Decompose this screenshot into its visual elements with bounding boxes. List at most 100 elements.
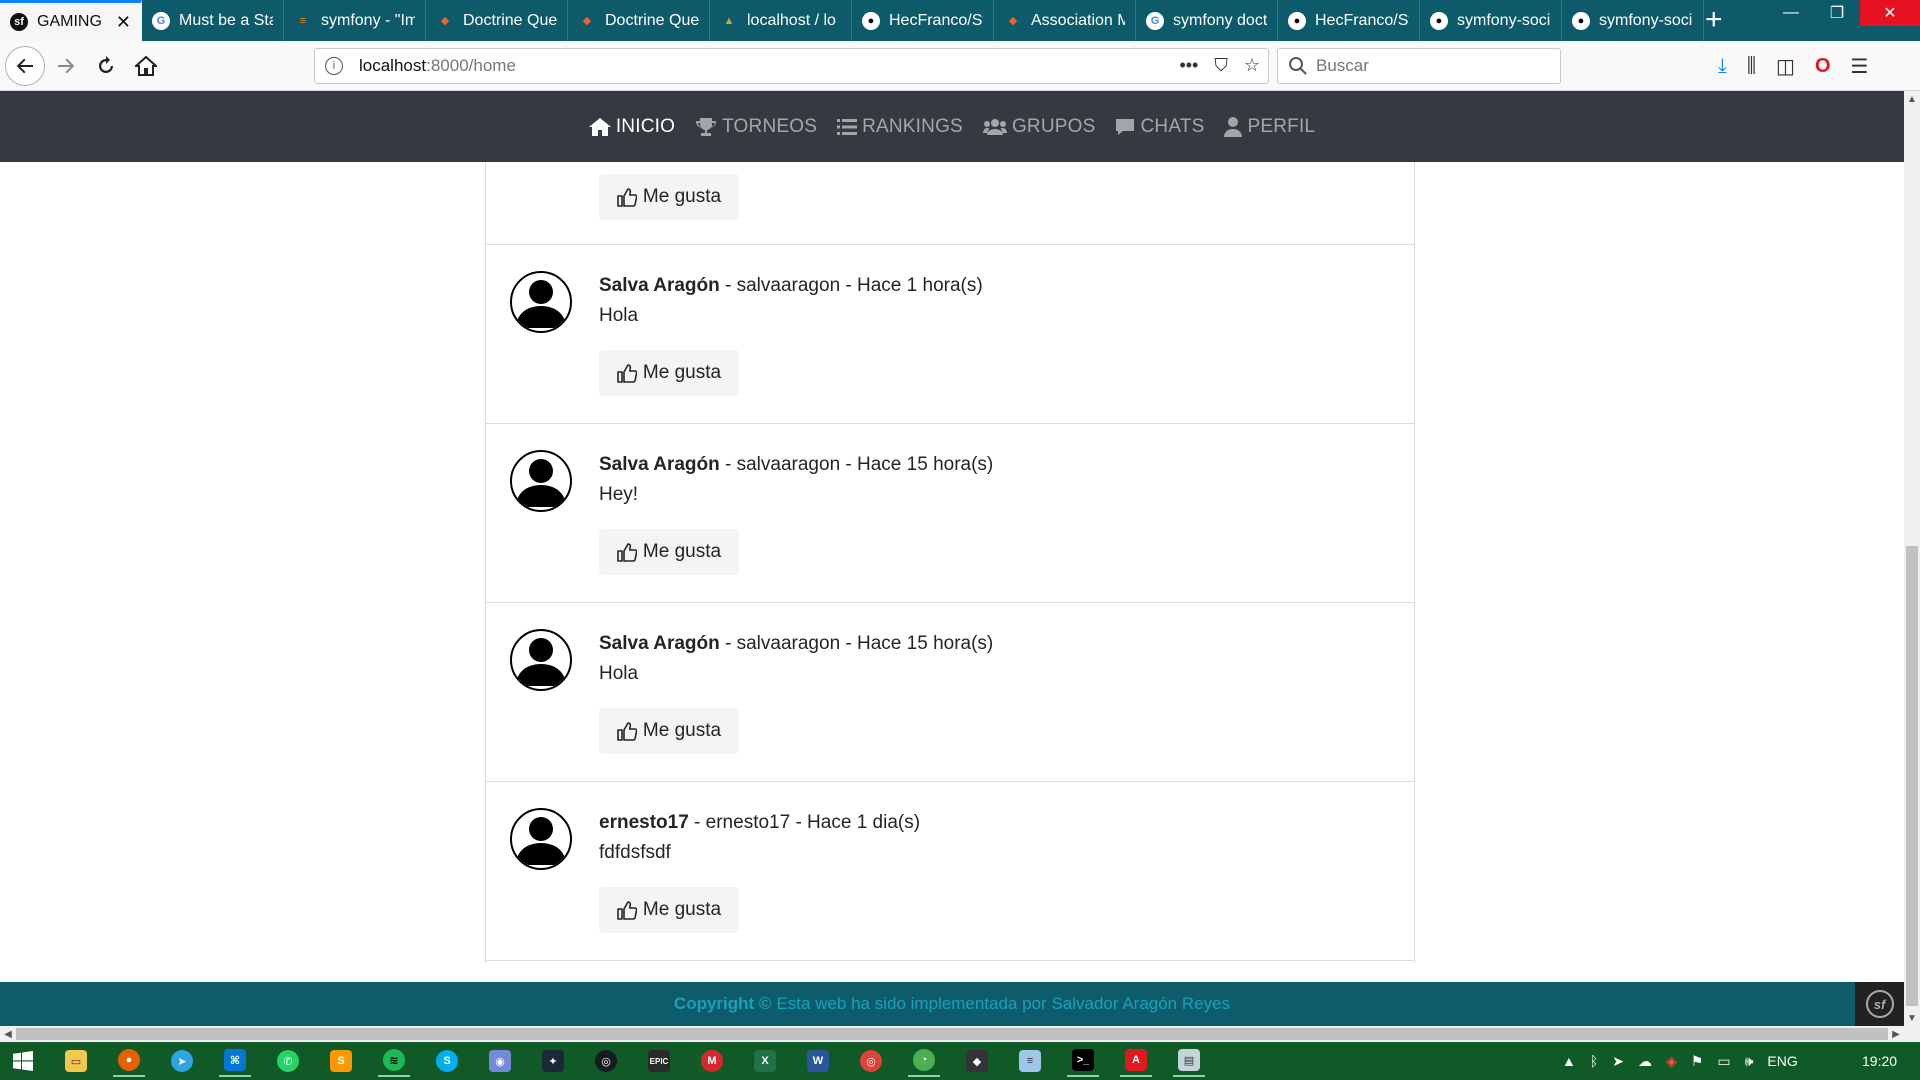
search-bar[interactable] <box>1277 48 1561 84</box>
tab-stackoverflow[interactable]: ≡ symfony - "Im <box>284 0 426 41</box>
avatar[interactable] <box>510 808 572 870</box>
like-button[interactable]: Me gusta <box>599 529 739 575</box>
menu-icon[interactable]: ☰ <box>1851 54 1869 79</box>
taskbar-word[interactable]: W <box>802 1045 834 1077</box>
antivirus-icon[interactable]: ◈ <box>1666 1053 1677 1070</box>
telegram-tray-icon[interactable]: ➤ <box>1612 1053 1624 1070</box>
taskbar-discord[interactable]: ◉ <box>484 1045 516 1077</box>
scroll-left-icon[interactable]: ◀ <box>0 1026 16 1042</box>
maximize-icon[interactable]: ❐ <box>1814 0 1860 26</box>
forward-button[interactable] <box>48 48 84 84</box>
taskbar-file-explorer[interactable]: ▭ <box>60 1045 92 1077</box>
url-text[interactable]: localhost:8000/home <box>359 56 516 76</box>
taskbar-notepad[interactable]: ≡ <box>1014 1045 1046 1077</box>
network-icon[interactable]: ▭ <box>1717 1053 1730 1070</box>
horizontal-scroll-thumb[interactable] <box>16 1028 1888 1040</box>
avatar[interactable] <box>510 271 572 333</box>
post-author-name[interactable]: ernesto17 <box>599 812 689 833</box>
vertical-scrollbar[interactable]: ▲ ▼ <box>1904 91 1920 1026</box>
taskbar-excel[interactable]: X <box>749 1045 781 1077</box>
taskbar-notes[interactable]: ▤ <box>1173 1045 1205 1077</box>
post-author-name[interactable]: Salva Aragón <box>599 275 720 296</box>
taskbar-sublime[interactable]: S <box>325 1045 357 1077</box>
like-button[interactable]: Me gusta <box>599 350 739 396</box>
library-icon[interactable]: ⫼ <box>1747 55 1756 78</box>
taskbar-steam[interactable]: ◎ <box>590 1045 622 1077</box>
taskbar-chrome[interactable]: ◎ <box>855 1045 887 1077</box>
like-button[interactable]: Me gusta <box>599 174 739 220</box>
tab-github-3[interactable]: ● symfony-soci <box>1420 0 1562 41</box>
tab-github-4[interactable]: ● symfony-soci <box>1562 0 1704 41</box>
like-button[interactable]: Me gusta <box>599 708 739 754</box>
taskbar-telegram[interactable]: ➤ <box>166 1045 198 1077</box>
vertical-scroll-thumb[interactable] <box>1906 546 1918 1006</box>
tab-google-must-be[interactable]: G Must be a Sta <box>142 0 284 41</box>
reload-button[interactable] <box>88 48 124 84</box>
language-indicator[interactable]: ENG <box>1767 1053 1797 1069</box>
nav-rankings[interactable]: RANKINGS <box>837 116 963 138</box>
taskbar-whatsapp[interactable]: ✆ <box>272 1045 304 1077</box>
taskbar-git[interactable]: ◆ <box>961 1045 993 1077</box>
close-tab-icon[interactable]: ✕ <box>116 12 131 33</box>
tab-doctrine-1[interactable]: ◆ Doctrine Que <box>426 0 568 41</box>
post-author-name[interactable]: Salva Aragón <box>599 454 720 475</box>
cloud-icon[interactable]: ☁ <box>1638 1053 1652 1070</box>
close-window-icon[interactable]: ✕ <box>1860 0 1920 26</box>
horizontal-scrollbar[interactable]: ◀ ▶ <box>0 1026 1904 1042</box>
new-tab-button[interactable]: + <box>1705 5 1723 35</box>
taskbar-terminal[interactable]: >_ <box>1067 1045 1099 1077</box>
nav-perfil[interactable]: PERFIL <box>1224 116 1315 138</box>
nav-torneos[interactable]: TORNEOS <box>695 116 817 138</box>
flag-icon[interactable]: ⚑ <box>1691 1053 1704 1070</box>
clock[interactable]: 19:20 <box>1862 1053 1897 1069</box>
bookmark-star-icon[interactable]: ☆ <box>1244 55 1260 76</box>
tab-association[interactable]: ◆ Association M <box>994 0 1136 41</box>
post-author-name[interactable]: Salva Aragón <box>599 633 720 654</box>
nav-chats[interactable]: CHATS <box>1115 116 1204 138</box>
page-viewport: INICIO TORNEOS RANKINGS GRUPOS CHATS PER… <box>0 91 1904 1026</box>
git-icon: ◆ <box>966 1050 988 1072</box>
taskbar-skype[interactable]: S <box>431 1045 463 1077</box>
tab-google-symfony[interactable]: G symfony doct <box>1136 0 1278 41</box>
tab-github-1[interactable]: ● HecFranco/Sy <box>852 0 994 41</box>
taskbar-firefox[interactable]: ● <box>113 1045 145 1077</box>
nav-grupos[interactable]: GRUPOS <box>982 116 1096 138</box>
epic-games-icon: EPIC <box>648 1050 670 1072</box>
tab-title: HecFranco/Sy <box>1315 11 1409 29</box>
scroll-right-icon[interactable]: ▶ <box>1888 1026 1904 1042</box>
minimize-icon[interactable]: — <box>1768 0 1814 26</box>
avatar[interactable] <box>510 629 572 691</box>
bluetooth-icon[interactable]: ᛒ <box>1590 1053 1598 1069</box>
tab-gaming[interactable]: sf GAMING ✕ <box>0 0 142 41</box>
sidebar-icon[interactable]: ◫ <box>1776 54 1795 79</box>
taskbar-battlenet[interactable]: ✦ <box>537 1045 569 1077</box>
search-input[interactable] <box>1316 56 1536 76</box>
tray-expand-icon[interactable]: ▲ <box>1562 1053 1576 1069</box>
pocket-icon[interactable]: ⛉ <box>1214 55 1228 76</box>
like-button[interactable]: Me gusta <box>599 887 739 933</box>
download-icon[interactable]: ⤓ <box>1718 55 1727 78</box>
tab-title: symfony doct <box>1173 11 1267 29</box>
taskbar-acrobat[interactable]: A <box>1120 1045 1152 1077</box>
taskbar-app-running[interactable]: ◔ <box>908 1045 940 1077</box>
info-icon[interactable]: i <box>325 57 343 75</box>
taskbar-mega[interactable]: M <box>696 1045 728 1077</box>
taskbar-vscode[interactable]: ⌘ <box>219 1045 251 1077</box>
tab-doctrine-2[interactable]: ◆ Doctrine Que <box>568 0 710 41</box>
tab-github-2[interactable]: ● HecFranco/Sy <box>1278 0 1420 41</box>
taskbar-epic[interactable]: EPIC <box>643 1045 675 1077</box>
nav-inicio[interactable]: INICIO <box>588 116 675 138</box>
volume-icon[interactable]: 🕪 <box>1745 1053 1754 1070</box>
scroll-up-icon[interactable]: ▲ <box>1904 91 1920 107</box>
tab-phpmyadmin[interactable]: ▲ localhost / lo <box>710 0 852 41</box>
page-actions-icon[interactable]: ••• <box>1179 55 1198 76</box>
url-bar[interactable]: i localhost:8000/home ••• ⛉ ☆ <box>314 48 1269 84</box>
scroll-down-icon[interactable]: ▼ <box>1904 1010 1920 1026</box>
taskbar-spotify[interactable]: ≋ <box>378 1045 410 1077</box>
opera-icon[interactable]: O <box>1815 55 1831 78</box>
start-button[interactable] <box>0 1042 46 1080</box>
avatar[interactable] <box>510 450 572 512</box>
symfony-debug-toolbar-toggle[interactable]: sf <box>1855 982 1904 1026</box>
home-button[interactable] <box>128 48 164 84</box>
back-button[interactable] <box>5 46 45 86</box>
